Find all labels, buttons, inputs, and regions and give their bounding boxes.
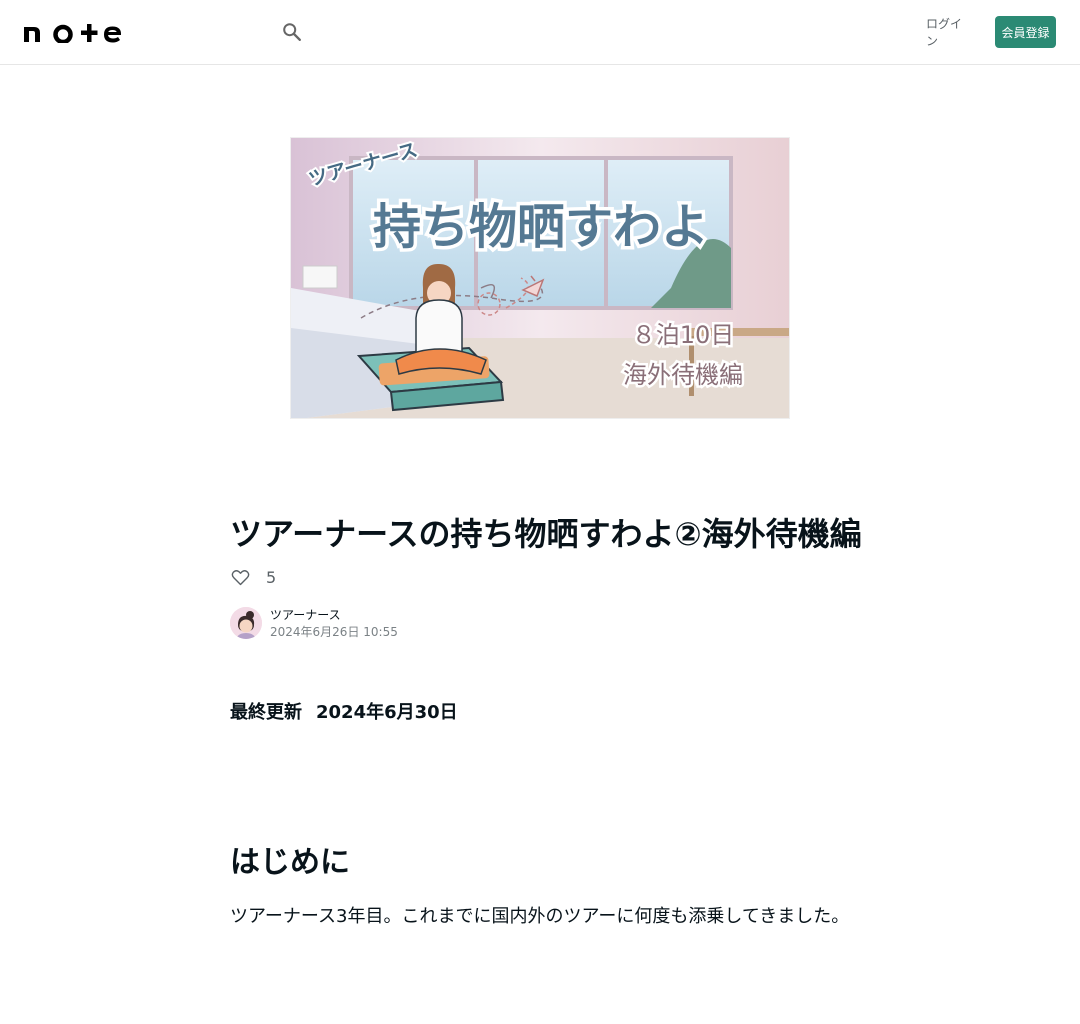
author-info: ツアーナース 2024年6月26日 10:55 bbox=[230, 606, 398, 640]
like-area: 5 bbox=[230, 566, 276, 588]
hero-nights: ８泊10日 bbox=[632, 321, 735, 349]
signup-button[interactable]: 会員登録 bbox=[995, 16, 1056, 48]
hero-image: ツアーナース 持ち物晒すわよ ８泊10日 海外待機編 bbox=[290, 137, 790, 419]
author-avatar[interactable] bbox=[230, 607, 262, 639]
search-icon bbox=[283, 23, 301, 41]
post-date: 2024年6月26日 10:55 bbox=[270, 625, 398, 639]
update-label: 最終更新 bbox=[230, 702, 302, 723]
article-title: ツアーナースの持ち物晒すわよ②海外待機編 bbox=[230, 515, 862, 553]
note-logo[interactable] bbox=[24, 21, 122, 45]
update-date: 2024年6月30日 bbox=[316, 702, 458, 723]
heart-icon bbox=[231, 569, 249, 585]
section-heading: はじめに bbox=[230, 845, 350, 880]
search-button[interactable] bbox=[278, 18, 306, 46]
body-paragraph: ツアーナース3年目。これまでに国内外のツアーに何度も添乗してきました。 bbox=[230, 906, 850, 927]
like-button[interactable] bbox=[230, 567, 250, 587]
login-link[interactable]: ログイン bbox=[926, 16, 972, 48]
last-updated: 最終更新 2024年6月30日 bbox=[230, 700, 458, 726]
hero-edition: 海外待機編 bbox=[623, 361, 743, 389]
author-name[interactable]: ツアーナース bbox=[270, 606, 398, 624]
like-count[interactable]: 5 bbox=[266, 568, 276, 587]
site-header: ログイン 会員登録 bbox=[0, 0, 1080, 65]
hero-title: 持ち物晒すわよ bbox=[373, 199, 709, 255]
